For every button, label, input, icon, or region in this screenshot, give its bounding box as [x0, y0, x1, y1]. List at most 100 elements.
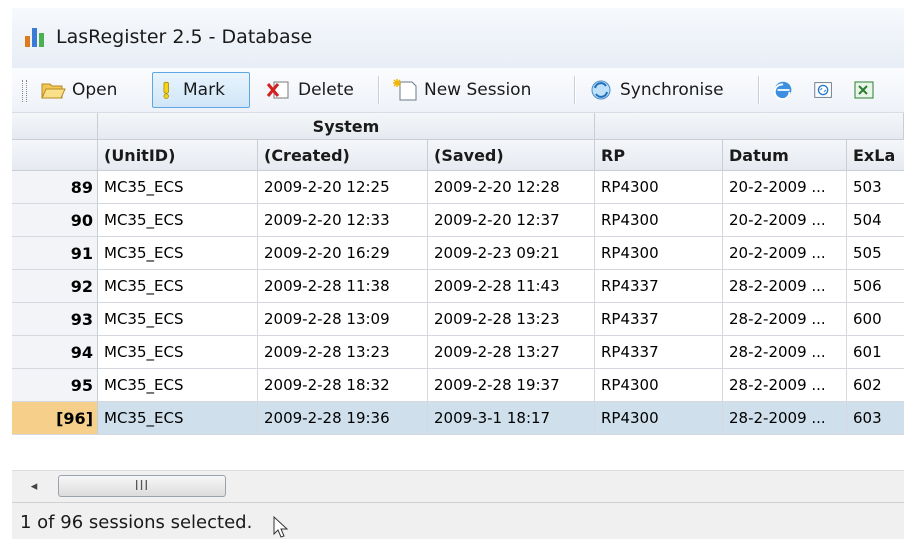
toolbar-grip[interactable] — [22, 80, 27, 102]
sessions-grid[interactable]: System (UnitID) (Created) (Saved) RP Dat… — [12, 113, 904, 470]
cell-rp[interactable]: RP4337 — [595, 303, 723, 336]
new-session-button[interactable]: New Session — [388, 72, 568, 108]
cell-saved[interactable]: 2009-2-28 19:37 — [428, 369, 595, 402]
cell-saved[interactable]: 2009-2-28 13:23 — [428, 303, 595, 336]
cell-created[interactable]: 2009-2-20 12:25 — [258, 171, 428, 204]
row-number[interactable]: 94 — [12, 336, 98, 369]
grid-rows: 89 MC35_ECS 2009-2-20 12:25 2009-2-20 12:28… — [12, 171, 904, 435]
app-window: LasRegister 2.5 - Database Open Mark Del… — [0, 0, 904, 539]
group-header-system: System — [98, 113, 595, 140]
table-row[interactable]: 91 MC35_ECS 2009-2-20 16:29 2009-2-23 09:21… — [12, 237, 904, 270]
synchronise-button-label: Synchronise — [620, 80, 724, 100]
cell-rp[interactable]: RP4337 — [595, 270, 723, 303]
cell-created[interactable]: 2009-2-20 12:33 — [258, 204, 428, 237]
cell-datum[interactable]: 28-2-2009 ... — [723, 336, 847, 369]
mark-button-label: Mark — [183, 80, 225, 100]
cell-created[interactable]: 2009-2-28 18:32 — [258, 369, 428, 402]
cell-datum[interactable]: 20-2-2009 ... — [723, 171, 847, 204]
cell-created[interactable]: 2009-2-28 11:38 — [258, 270, 428, 303]
cell-datum[interactable]: 28-2-2009 ... — [723, 270, 847, 303]
mark-button[interactable]: Mark — [152, 72, 250, 108]
row-number[interactable]: 95 — [12, 369, 98, 402]
cell-rp[interactable]: RP4300 — [595, 204, 723, 237]
toolbar-separator — [758, 76, 760, 104]
cell-saved[interactable]: 2009-2-20 12:28 — [428, 171, 595, 204]
cell-unitid[interactable]: MC35_ECS — [98, 237, 258, 270]
row-number[interactable]: 93 — [12, 303, 98, 336]
cell-datum[interactable]: 28-2-2009 ... — [723, 402, 847, 435]
scroll-left-arrow-icon[interactable]: ◂ — [26, 478, 42, 494]
cell-saved[interactable]: 2009-2-23 09:21 — [428, 237, 595, 270]
cell-unitid[interactable]: MC35_ECS — [98, 402, 258, 435]
cell-saved[interactable]: 2009-2-20 12:37 — [428, 204, 595, 237]
toolbar-separator — [574, 76, 576, 104]
cell-datum[interactable]: 20-2-2009 ... — [723, 237, 847, 270]
column-header-exla[interactable]: ExLa — [847, 140, 904, 171]
column-header-saved[interactable]: (Saved) — [428, 140, 595, 171]
cell-rp[interactable]: RP4300 — [595, 402, 723, 435]
cell-saved[interactable]: 2009-2-28 11:43 — [428, 270, 595, 303]
scrollbar-thumb[interactable]: III — [58, 475, 226, 497]
cell-exla[interactable]: 503 — [847, 171, 904, 204]
scrollbar-grip: III — [134, 478, 150, 494]
table-row[interactable]: 93 MC35_ECS 2009-2-28 13:09 2009-2-28 13:23… — [12, 303, 904, 336]
xml-export-icon — [814, 82, 832, 98]
cell-exla[interactable]: 600 — [847, 303, 904, 336]
cell-exla[interactable]: 603 — [847, 402, 904, 435]
cell-unitid[interactable]: MC35_ECS — [98, 270, 258, 303]
cell-exla[interactable]: 506 — [847, 270, 904, 303]
cell-created[interactable]: 2009-2-20 16:29 — [258, 237, 428, 270]
synchronise-icon — [591, 80, 611, 100]
column-header-created[interactable]: (Created) — [258, 140, 428, 171]
synchronise-button[interactable]: Synchronise — [584, 72, 750, 108]
delete-button[interactable]: Delete — [262, 72, 372, 108]
cell-unitid[interactable]: MC35_ECS — [98, 171, 258, 204]
column-header-rp[interactable]: RP — [595, 140, 723, 171]
cell-exla[interactable]: 505 — [847, 237, 904, 270]
cell-saved[interactable]: 2009-2-28 13:27 — [428, 336, 595, 369]
cell-exla[interactable]: 602 — [847, 369, 904, 402]
row-number[interactable]: 90 — [12, 204, 98, 237]
cell-unitid[interactable]: MC35_ECS — [98, 336, 258, 369]
row-number[interactable]: 89 — [12, 171, 98, 204]
browser-icon — [773, 81, 792, 101]
table-row[interactable]: 90 MC35_ECS 2009-2-20 12:33 2009-2-20 12:37… — [12, 204, 904, 237]
row-number[interactable]: 92 — [12, 270, 98, 303]
mouse-cursor-icon — [273, 516, 289, 538]
cell-rp[interactable]: RP4337 — [595, 336, 723, 369]
cell-created[interactable]: 2009-2-28 13:23 — [258, 336, 428, 369]
excel-export-button[interactable] — [848, 72, 888, 108]
row-number[interactable]: [96] — [12, 402, 98, 435]
cell-rp[interactable]: RP4300 — [595, 369, 723, 402]
new-session-button-label: New Session — [424, 80, 532, 100]
window-title: LasRegister 2.5 - Database — [56, 26, 313, 48]
cell-unitid[interactable]: MC35_ECS — [98, 204, 258, 237]
folder-open-icon — [41, 83, 66, 99]
cell-created[interactable]: 2009-2-28 13:09 — [258, 303, 428, 336]
table-row[interactable]: 95 MC35_ECS 2009-2-28 18:32 2009-2-28 19:37… — [12, 369, 904, 402]
row-number-header — [12, 140, 98, 171]
open-button[interactable]: Open — [36, 72, 142, 108]
row-number[interactable]: 91 — [12, 237, 98, 270]
cell-datum[interactable]: 20-2-2009 ... — [723, 204, 847, 237]
cell-saved[interactable]: 2009-3-1 18:17 — [428, 402, 595, 435]
cell-created[interactable]: 2009-2-28 19:36 — [258, 402, 428, 435]
cell-rp[interactable]: RP4300 — [595, 171, 723, 204]
table-row[interactable]: 94 MC35_ECS 2009-2-28 13:23 2009-2-28 13:27… — [12, 336, 904, 369]
cell-unitid[interactable]: MC35_ECS — [98, 369, 258, 402]
cell-datum[interactable]: 28-2-2009 ... — [723, 369, 847, 402]
delete-button-label: Delete — [298, 80, 354, 100]
cell-rp[interactable]: RP4300 — [595, 237, 723, 270]
cell-unitid[interactable]: MC35_ECS — [98, 303, 258, 336]
cell-datum[interactable]: 28-2-2009 ... — [723, 303, 847, 336]
column-header-unitid[interactable]: (UnitID) — [98, 140, 258, 171]
excel-export-icon — [854, 81, 874, 99]
table-row[interactable]: [96] MC35_ECS 2009-2-28 19:36 2009-3-1 18:1… — [12, 402, 904, 435]
table-row[interactable]: 89 MC35_ECS 2009-2-20 12:25 2009-2-20 12:28… — [12, 171, 904, 204]
cell-exla[interactable]: 601 — [847, 336, 904, 369]
column-header-datum[interactable]: Datum — [723, 140, 847, 171]
xml-export-button[interactable] — [808, 72, 842, 108]
cell-exla[interactable]: 504 — [847, 204, 904, 237]
browser-button[interactable] — [768, 72, 802, 108]
table-row[interactable]: 92 MC35_ECS 2009-2-28 11:38 2009-2-28 11:43… — [12, 270, 904, 303]
